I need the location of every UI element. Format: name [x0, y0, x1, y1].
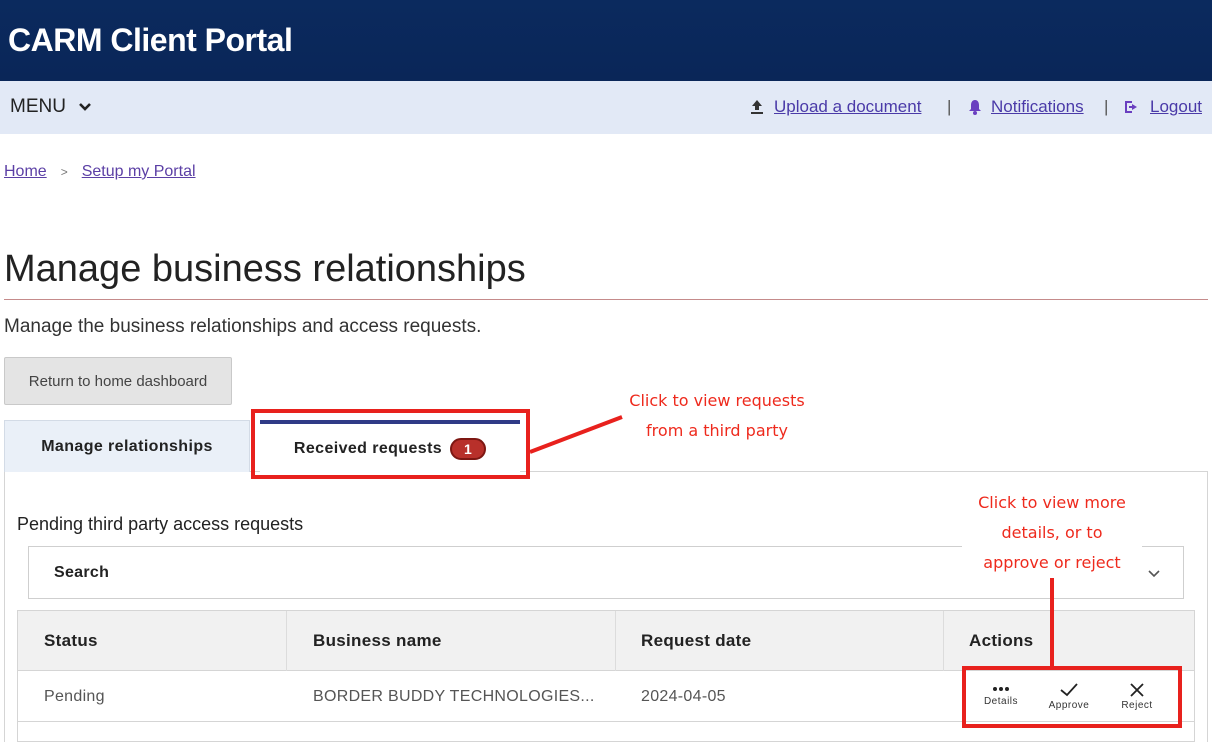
callout-line: approve or reject [983, 553, 1121, 572]
callout-line: Click to view requests [629, 391, 805, 410]
action-callout-text: Click to view more details, or to approv… [962, 488, 1142, 578]
callout-line: from a third party [646, 421, 788, 440]
callout-line: Click to view more [978, 493, 1126, 512]
callout-arrows [529, 415, 1054, 668]
callout-line: details, or to [1001, 523, 1103, 542]
tab-callout-text: Click to view requests from a third part… [612, 386, 822, 446]
